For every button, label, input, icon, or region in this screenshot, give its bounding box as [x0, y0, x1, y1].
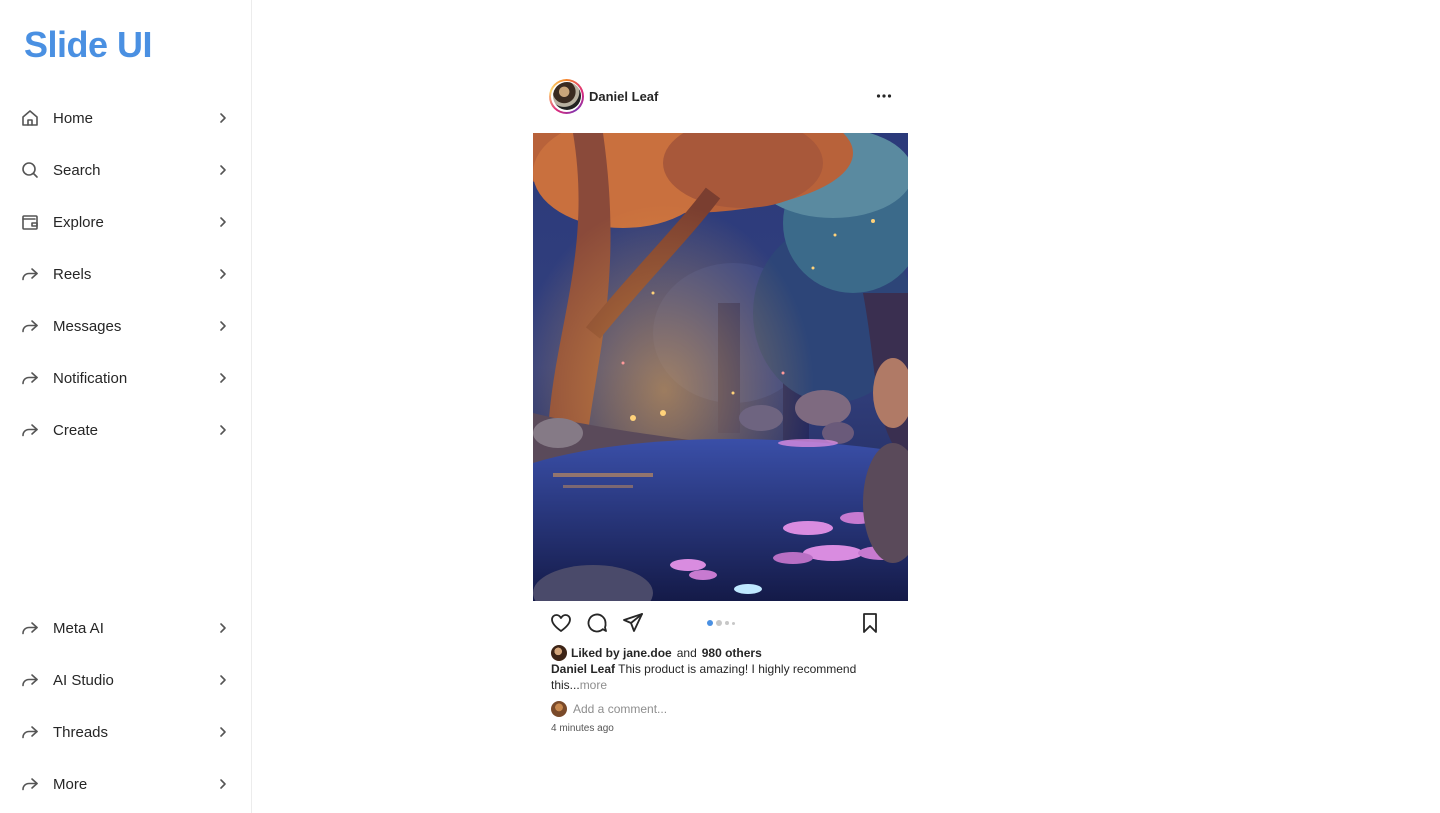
share-arrow-icon — [20, 264, 40, 284]
chevron-right-icon — [216, 673, 230, 687]
post-header: Daniel Leaf — [533, 76, 908, 116]
post-username[interactable]: Daniel Leaf — [589, 89, 874, 104]
sidebar-item-ai-studio[interactable]: AI Studio — [0, 654, 252, 706]
chevron-right-icon — [216, 621, 230, 635]
carousel-dot-active — [706, 620, 713, 626]
liked-others[interactable]: 980 others — [702, 646, 762, 660]
share-arrow-icon — [20, 316, 40, 336]
liker-avatar[interactable] — [551, 645, 567, 661]
more-options-icon[interactable] — [874, 86, 894, 106]
caption-more-link[interactable]: more — [580, 678, 607, 692]
carousel-indicator — [706, 620, 735, 626]
sidebar-item-label: Home — [53, 109, 94, 127]
chevron-right-icon — [216, 267, 230, 281]
sidebar-item-label: Notification — [53, 369, 128, 387]
sidebar-item-messages[interactable]: Messages — [0, 300, 252, 352]
sidebar-item-label: Reels — [53, 265, 92, 283]
sidebar-item-explore[interactable]: Explore — [0, 196, 252, 248]
sidebar-item-label: Meta AI — [53, 619, 104, 637]
chevron-right-icon — [216, 319, 230, 333]
sidebar-item-label: Messages — [53, 317, 122, 335]
sidebar-item-label: Threads — [53, 723, 109, 741]
post-caption: Daniel Leaf This product is amazing! I h… — [533, 661, 908, 693]
bookmark-icon[interactable] — [858, 611, 882, 635]
comment-row — [533, 701, 908, 717]
sidebar-item-reels[interactable]: Reels — [0, 248, 252, 300]
post-card: Daniel Leaf Liked by jane.doe and 980 ot… — [533, 76, 908, 734]
sidebar-item-create[interactable]: Create — [0, 404, 252, 456]
chevron-right-icon — [216, 725, 230, 739]
sidebar: Slide UI Home Search Explore Reels Messa… — [0, 0, 252, 813]
sidebar-item-more[interactable]: More — [0, 758, 252, 810]
sidebar-item-label: Explore — [53, 213, 104, 231]
brand-logo[interactable]: Slide UI — [24, 24, 153, 66]
chevron-right-icon — [216, 163, 230, 177]
sidebar-nav-top: Home Search Explore Reels Messages Notif… — [0, 92, 252, 456]
chevron-right-icon — [216, 215, 230, 229]
carousel-dot — [715, 620, 722, 626]
like-heart-icon[interactable] — [549, 611, 573, 635]
current-user-avatar — [551, 701, 567, 717]
liked-by-user[interactable]: jane.doe — [623, 646, 672, 660]
chevron-right-icon — [216, 111, 230, 125]
chevron-right-icon — [216, 371, 230, 385]
search-icon — [20, 160, 40, 180]
sidebar-item-threads[interactable]: Threads — [0, 706, 252, 758]
sidebar-item-label: Search — [53, 161, 101, 179]
caption-username[interactable]: Daniel Leaf — [551, 662, 615, 676]
wallet-icon — [20, 212, 40, 232]
avatar-image — [552, 82, 581, 110]
home-icon — [20, 108, 40, 128]
sidebar-item-search[interactable]: Search — [0, 144, 252, 196]
carousel-dot — [724, 621, 729, 625]
chevron-right-icon — [216, 777, 230, 791]
sidebar-item-label: AI Studio — [53, 671, 114, 689]
liked-and: and — [676, 646, 697, 660]
share-arrow-icon — [20, 670, 40, 690]
share-arrow-icon — [20, 618, 40, 638]
sidebar-item-notification[interactable]: Notification — [0, 352, 252, 404]
sidebar-item-label: More — [53, 775, 88, 793]
likes-row: Liked by jane.doe and 980 others — [533, 645, 908, 661]
chevron-right-icon — [216, 423, 230, 437]
avatar[interactable] — [549, 78, 584, 114]
send-icon[interactable] — [621, 611, 645, 635]
share-arrow-icon — [20, 774, 40, 794]
share-arrow-icon — [20, 420, 40, 440]
share-arrow-icon — [20, 722, 40, 742]
comment-input[interactable] — [573, 702, 873, 716]
post-timestamp: 4 minutes ago — [551, 723, 614, 734]
sidebar-item-label: Create — [53, 421, 99, 439]
sidebar-item-home[interactable]: Home — [0, 92, 252, 144]
sidebar-item-meta-ai[interactable]: Meta AI — [0, 602, 252, 654]
share-arrow-icon — [20, 368, 40, 388]
carousel-dot — [731, 621, 735, 625]
liked-by-prefix: Liked by — [571, 646, 620, 660]
post-image[interactable] — [533, 133, 908, 601]
post-actions — [533, 601, 908, 645]
sidebar-nav-bottom: Meta AI AI Studio Threads More — [0, 602, 252, 810]
comment-icon[interactable] — [585, 611, 609, 635]
